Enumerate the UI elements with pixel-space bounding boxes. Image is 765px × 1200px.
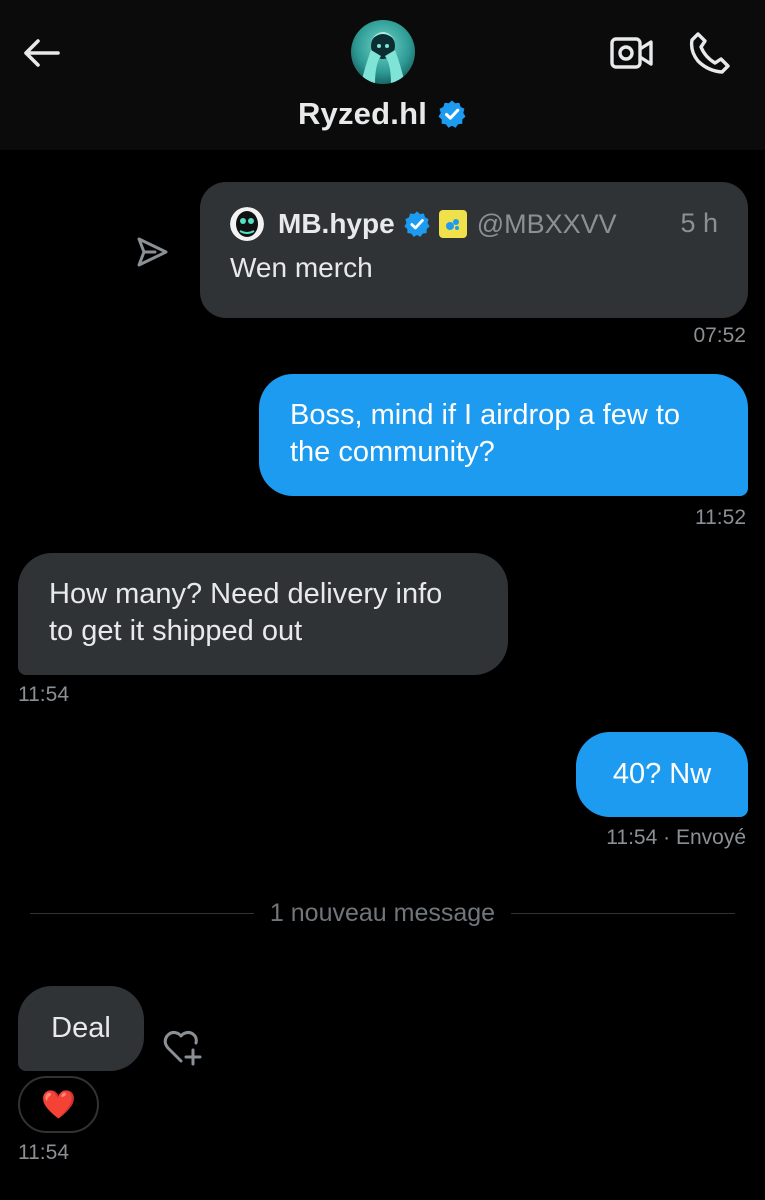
message-bubble-sent[interactable]: 40? Nw: [576, 732, 748, 817]
back-arrow-icon: [24, 39, 60, 67]
shared-post-card[interactable]: MB.hype @MBXXVV 5 h Wen merch: [200, 182, 748, 318]
new-messages-divider: 1 nouveau message: [30, 896, 736, 930]
message-status-row: 11:54 · Envoyé: [606, 826, 746, 850]
message-sent-status: · Envoyé: [663, 826, 746, 849]
message-text-line: the community?: [290, 436, 495, 468]
verified-badge-icon: [438, 100, 466, 128]
shared-post-timestamp: 07:52: [693, 324, 746, 347]
message-text: 40? Nw: [612, 758, 712, 790]
message-text-line: Boss, mind if I airdrop a few to: [290, 399, 681, 431]
message-bubble-received[interactable]: Deal: [18, 986, 144, 1071]
new-messages-label: 1 nouveau message: [269, 898, 496, 927]
message-bubble-sent[interactable]: Boss, mind if I airdrop a few to the com…: [259, 374, 748, 496]
back-button[interactable]: [18, 30, 64, 76]
chat-header: Ryzed.hl: [0, 0, 765, 150]
message-timestamp: 11:54: [606, 826, 658, 849]
post-author-handle: @MBXXVV: [476, 208, 617, 239]
message-timestamp: 11:54: [18, 1141, 69, 1164]
post-text: Wen merch: [230, 252, 373, 283]
reaction-heart[interactable]: ❤️: [18, 1076, 99, 1133]
phone-call-icon: [689, 32, 730, 74]
message-text-line: to get it shipped out: [49, 615, 303, 647]
message-text-line: How many? Need delivery info: [49, 578, 443, 610]
contact-name-row[interactable]: Ryzed.hl: [0, 96, 765, 132]
contact-name: Ryzed.hl: [297, 96, 428, 131]
affiliate-badge-icon: [438, 210, 467, 238]
divider-line: [30, 912, 254, 914]
video-call-icon: [610, 37, 653, 69]
share-post-button[interactable]: [132, 232, 172, 272]
reaction-emoji: ❤️: [41, 1089, 76, 1120]
add-reaction-button[interactable]: [160, 1026, 206, 1068]
shared-post-header: MB.hype @MBXXVV: [230, 204, 720, 244]
divider-line: [511, 912, 736, 914]
send-icon: [137, 237, 168, 267]
phone-call-button[interactable]: [684, 28, 736, 78]
post-age: 5 h: [680, 208, 718, 238]
post-verified-icon: [403, 210, 431, 238]
heart-plus-icon: [163, 1030, 202, 1066]
message-bubble-received[interactable]: How many? Need delivery info to get it s…: [18, 553, 508, 675]
contact-avatar[interactable]: [351, 20, 415, 84]
message-text: Deal: [51, 1012, 111, 1044]
post-author-avatar: [230, 207, 264, 241]
message-timestamp: 11:54: [18, 683, 69, 706]
post-author-name: MB.hype: [278, 208, 395, 239]
message-timestamp: 11:52: [695, 506, 746, 529]
video-call-button[interactable]: [606, 30, 658, 76]
